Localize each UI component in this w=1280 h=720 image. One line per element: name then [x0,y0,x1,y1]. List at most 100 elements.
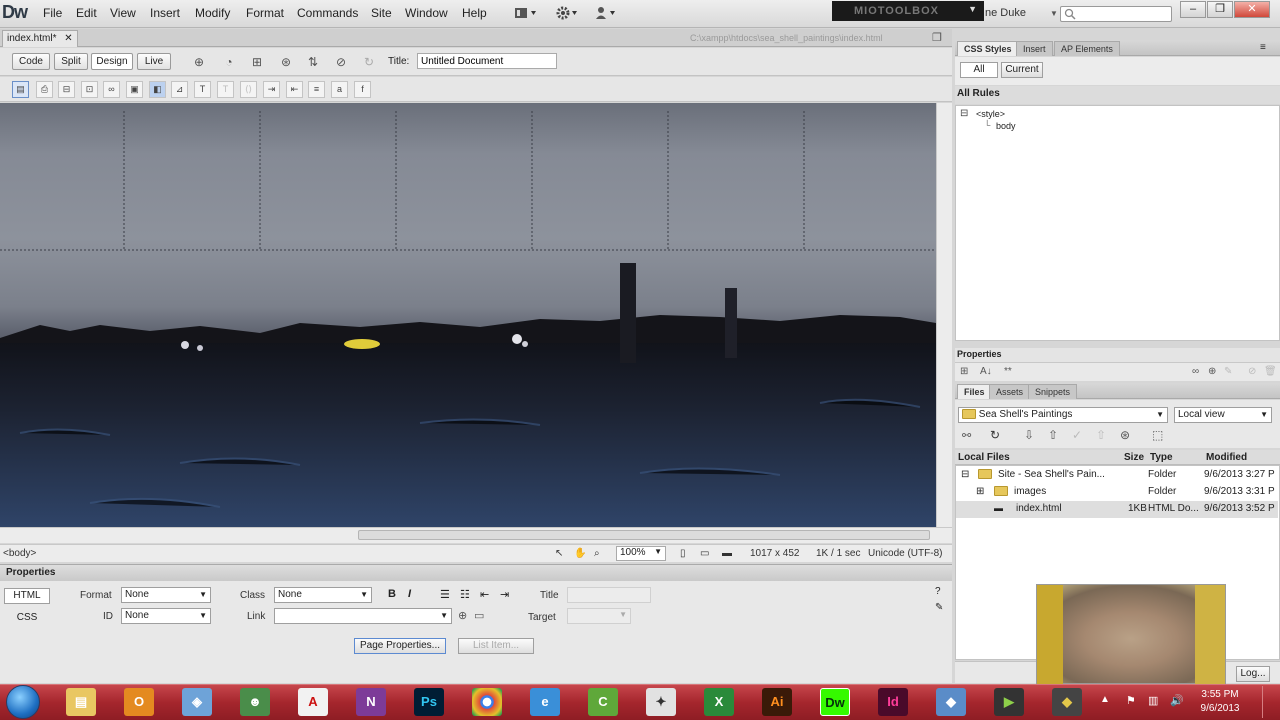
onenote-icon[interactable]: N [356,688,386,716]
link-icon[interactable]: ∞ [103,81,120,98]
wrap-tag-icon[interactable]: ⟨⟩ [240,81,257,98]
maximize-button[interactable]: ❐ [1207,1,1233,18]
user-icon[interactable] [594,5,618,21]
minimize-button[interactable]: – [1180,1,1206,18]
select-tool-icon[interactable]: ↖ [555,548,563,559]
bold-icon[interactable]: B [388,588,396,600]
page-properties-button[interactable]: Page Properties... [354,638,446,654]
indent-icon[interactable]: ⇥ [263,81,280,98]
multiscreen-icon[interactable]: ⊞ [248,54,266,70]
refresh-icon[interactable]: ↻ [360,54,378,70]
col-size[interactable]: Size [1124,452,1144,463]
zoom-select[interactable]: 100% ▼ [616,546,666,561]
chrome-icon[interactable] [472,688,502,716]
gear-icon[interactable] [555,5,579,21]
menu-site[interactable]: Site [371,6,392,20]
tab-assets[interactable]: Assets [989,384,1031,399]
view-select[interactable]: Local view ▼ [1174,407,1272,423]
file-management-icon[interactable]: ⇅ [304,54,322,70]
tab-snippets[interactable]: Snippets [1028,384,1078,399]
network-tray-icon[interactable]: ▥ [1148,694,1158,707]
show-set-icon[interactable]: ** [1004,366,1012,377]
menu-window[interactable]: Window [405,6,448,20]
flag-icon[interactable]: ⚑ [1126,694,1136,707]
delete-rule-icon[interactable]: 🗑 [1264,366,1277,377]
format-source-icon[interactable]: ≡ [308,81,325,98]
tree-collapse-icon[interactable]: ⊟ [961,469,969,480]
ie-icon[interactable]: e [530,688,560,716]
italic-icon[interactable]: I [408,588,411,600]
layout-icon[interactable] [514,6,538,20]
live-code-icon[interactable]: ⊕ [190,54,208,70]
split-view-button[interactable]: Split [54,53,88,70]
code-view-button[interactable]: Code [12,53,50,70]
design-view-canvas[interactable] [0,103,936,527]
css-current-button[interactable]: Current [1001,62,1043,78]
menu-edit[interactable]: Edit [76,6,97,20]
misc-app-icon[interactable]: ◆ [936,688,966,716]
css-rule-style[interactable]: <style> [976,109,1005,119]
expand-panel-icon[interactable]: ⬚ [1152,428,1163,442]
target-select[interactable]: ▼ [567,608,631,624]
syntax-icon[interactable]: ⊿ [171,81,188,98]
log-button[interactable]: Log... [1236,666,1270,682]
show-hidden-icons[interactable]: ▲ [1100,694,1110,705]
file-row[interactable]: ⊟ Site - Sea Shell's Pain... Folder 9/6/… [956,467,1278,484]
col-modified[interactable]: Modified [1206,452,1247,463]
desktop-size-icon[interactable]: ▬ [722,548,732,559]
tablet-size-icon[interactable]: ▭ [700,548,709,559]
new-rule-icon[interactable]: ⊕ [1208,366,1216,377]
indesign-icon[interactable]: Id [878,688,908,716]
menu-commands[interactable]: Commands [297,6,358,20]
lock-icon[interactable]: ▣ [126,81,143,98]
visual-aids-icon[interactable]: ⊘ [332,54,350,70]
illustrator-icon[interactable]: Ai [762,688,792,716]
site-select[interactable]: Sea Shell's Paintings ▼ [958,407,1168,423]
workspace-switcher[interactable]: MIOTOOLBOX ▼ [832,1,984,21]
point-to-file-icon[interactable]: ⊕ [458,609,467,622]
edit-rule-icon[interactable]: ✎ [1224,366,1232,377]
vertical-scrollbar[interactable] [936,103,952,527]
hand-tool-icon[interactable]: ✋ [574,548,586,559]
mobile-size-icon[interactable]: ▯ [680,548,686,559]
open-documents-icon[interactable]: ▤ [12,81,29,98]
help-icon[interactable]: ? [935,586,941,597]
live-view-button[interactable]: Live [137,53,171,70]
connect-icon[interactable]: ⚯ [962,429,971,442]
explorer-icon[interactable]: ▤ [66,688,96,716]
tree-collapse-icon[interactable]: ⊟ [960,108,968,119]
col-local-files[interactable]: Local Files [958,452,1010,463]
outlook-icon[interactable]: O [124,688,154,716]
check-out-icon[interactable]: ✓ [1072,428,1082,442]
html-mode-button[interactable]: HTML [4,588,50,604]
restore-doc-icon[interactable]: ❐ [932,31,942,44]
clock[interactable]: 3:55 PM 9/6/2013 [1196,688,1244,716]
menu-insert[interactable]: Insert [150,6,180,20]
file-row[interactable]: ▬ index.html 1KB HTML Do... 9/6/2013 3:5… [956,501,1278,518]
col-type[interactable]: Type [1150,452,1173,463]
menu-view[interactable]: View [110,6,136,20]
tool-icon[interactable]: ✦ [646,688,676,716]
show-list-icon[interactable]: A↓ [980,366,992,377]
acrobat-icon[interactable]: A [298,688,328,716]
tab-ap-elements[interactable]: AP Elements [1054,41,1120,56]
media-icon[interactable]: ▶ [994,688,1024,716]
volume-icon[interactable]: 🔊 [1170,694,1184,707]
close-tab-icon[interactable]: ✕ [64,33,72,44]
inspect-icon[interactable]: ◔ [220,54,238,70]
tag-selector[interactable]: <body> [3,548,36,559]
balance-icon[interactable]: ⊟ [58,81,75,98]
list-item-button[interactable]: List Item... [458,638,534,654]
design-view-button[interactable]: Design [91,53,133,70]
start-button[interactable] [6,685,40,719]
browse-folder-icon[interactable]: ▭ [474,609,484,622]
search-dropdown-icon[interactable]: ▼ [1050,9,1058,18]
zoom-tool-icon[interactable]: ⌕ [594,548,600,559]
menu-file[interactable]: File [43,6,62,20]
link-input[interactable]: ▼ [274,608,452,624]
attach-stylesheet-icon[interactable]: ∞ [1192,366,1199,377]
menu-help[interactable]: Help [462,6,487,20]
quick-tag-icon[interactable]: ✎ [935,602,943,613]
window-size[interactable]: 1017 x 452 [750,548,800,559]
id-select[interactable]: None ▼ [121,608,211,624]
